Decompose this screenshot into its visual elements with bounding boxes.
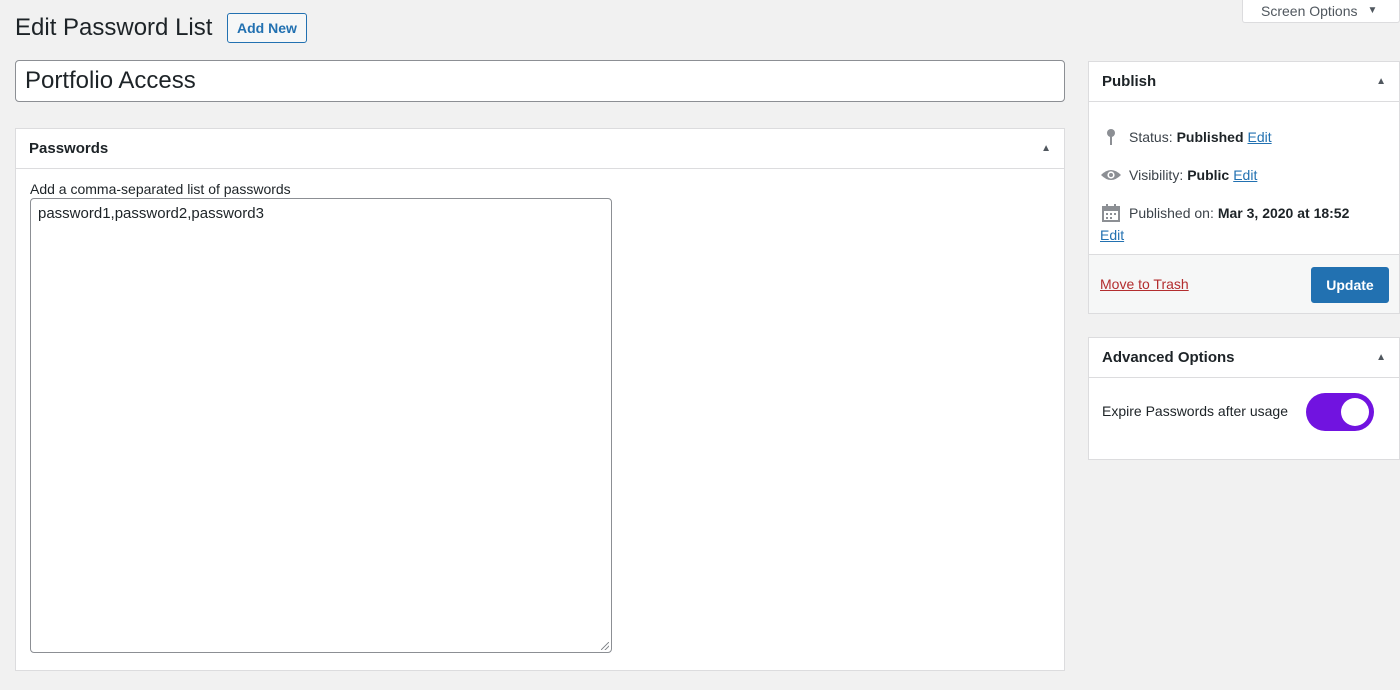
pin-icon [1100, 126, 1122, 148]
publish-box-header[interactable]: Publish ▲ [1089, 62, 1399, 102]
collapse-arrow-icon[interactable]: ▲ [1376, 352, 1386, 363]
advanced-options-header[interactable]: Advanced Options ▲ [1089, 338, 1399, 378]
caret-down-icon: ▼ [1367, 5, 1378, 16]
status-value: Published [1176, 129, 1244, 145]
expire-passwords-label: Expire Passwords after usage [1102, 403, 1288, 419]
update-button[interactable]: Update [1311, 267, 1389, 303]
expire-passwords-toggle[interactable] [1306, 393, 1374, 431]
page-title: Edit Password List [15, 14, 213, 41]
published-on-label: Published on: [1129, 205, 1214, 221]
passwords-textarea[interactable]: password1,password2,password3 [30, 198, 612, 653]
visibility-row: Visibility: Public Edit [1100, 164, 1257, 186]
collapse-arrow-icon[interactable]: ▲ [1041, 143, 1051, 154]
eye-icon [1100, 164, 1122, 186]
edit-date-link[interactable]: Edit [1100, 227, 1124, 243]
passwords-box-header[interactable]: Passwords ▲ [16, 129, 1064, 169]
passwords-box-title: Passwords [29, 140, 109, 157]
published-on-row: Published on: Mar 3, 2020 at 18:52 [1100, 202, 1353, 224]
passwords-box: Passwords ▲ Add a comma-separated list o… [15, 128, 1065, 671]
calendar-icon [1100, 202, 1122, 224]
edit-status-link[interactable]: Edit [1248, 129, 1272, 145]
advanced-options-title: Advanced Options [1102, 349, 1235, 366]
publish-actions: Move to Trash Update [1089, 254, 1399, 313]
visibility-value: Public [1187, 167, 1230, 183]
add-new-button[interactable]: Add New [227, 13, 307, 43]
screen-options-label: Screen Options [1261, 2, 1358, 19]
passwords-label: Add a comma-separated list of passwords [30, 181, 291, 197]
visibility-label: Visibility: [1129, 167, 1184, 183]
post-title-input[interactable]: Portfolio Access [15, 60, 1065, 102]
collapse-arrow-icon[interactable]: ▲ [1376, 76, 1386, 87]
publish-box: Publish ▲ Status: Published Edit Visibil… [1088, 61, 1400, 314]
resize-grip-icon[interactable] [601, 642, 609, 650]
move-to-trash-link[interactable]: Move to Trash [1100, 276, 1189, 292]
status-row: Status: Published Edit [1100, 126, 1272, 148]
passwords-value: password1,password2,password3 [38, 205, 264, 222]
toggle-knob [1341, 398, 1369, 426]
edit-visibility-link[interactable]: Edit [1233, 167, 1257, 183]
published-on-value: Mar 3, 2020 at 18:52 [1217, 205, 1350, 221]
screen-options-button[interactable]: Screen Options ▼ [1242, 0, 1400, 23]
status-label: Status: [1129, 129, 1173, 145]
advanced-options-box: Advanced Options ▲ Expire Passwords afte… [1088, 337, 1400, 460]
publish-box-title: Publish [1102, 73, 1157, 90]
